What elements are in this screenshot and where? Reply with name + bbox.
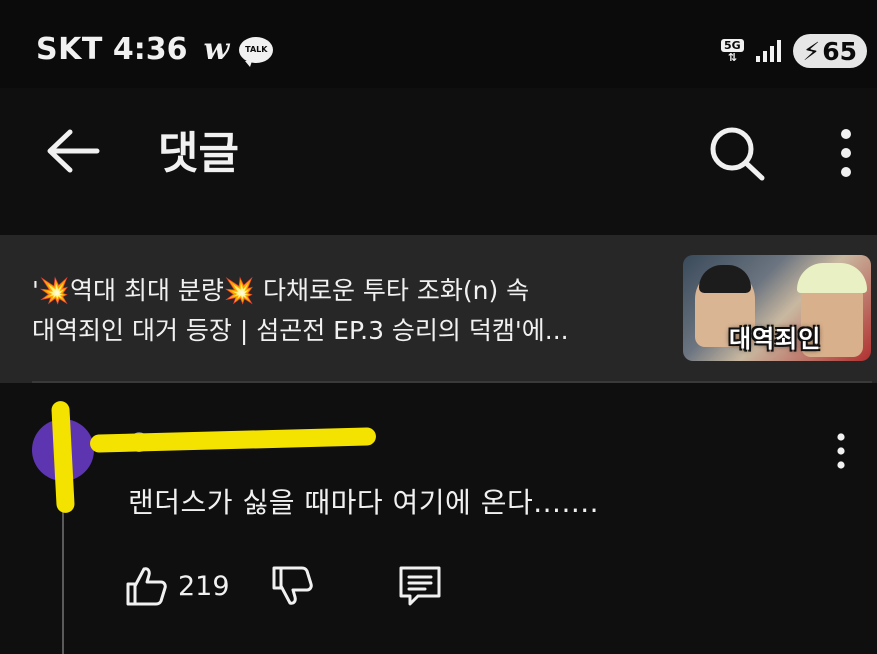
search-icon[interactable] [705, 124, 767, 182]
status-bar: SKT 4:36 w TALK 5G ⇅ ⚡ 65 [0, 0, 877, 88]
video-title-line-2: 대역죄인 대거 등장 | 섬곤전 EP.3 승리의 덕캠'에... [32, 316, 569, 345]
comment-text: 랜더스가 싫을 때마다 여기에 온다....... [128, 486, 600, 519]
status-right: 5G ⇅ ⚡ 65 [720, 34, 867, 68]
carrier-name: SKT [36, 32, 103, 67]
more-vert-icon[interactable] [834, 128, 858, 178]
webtoon-icon: w [203, 32, 230, 67]
reply-icon[interactable] [396, 563, 444, 609]
comment-actions: 219 [124, 563, 444, 609]
battery-level: 65 [822, 36, 857, 66]
video-title-line-1: '💥역대 최대 분량💥 다채로운 투타 조화(n) 속 [32, 276, 530, 305]
status-left: SKT 4:36 w TALK [36, 32, 274, 67]
like-count: 219 [178, 570, 230, 602]
back-arrow-icon[interactable] [42, 126, 102, 176]
page-title: 댓글 [158, 128, 239, 179]
video-header-card[interactable]: '💥역대 최대 분량💥 다채로운 투타 조화(n) 속 대역죄인 대거 등장 |… [0, 235, 877, 383]
bolt-icon: ⚡ [802, 36, 821, 66]
video-thumbnail[interactable]: 대역죄인 [683, 255, 871, 361]
dislike-icon[interactable] [270, 564, 314, 608]
5g-network-icon: 5G ⇅ [720, 39, 744, 64]
kakaotalk-icon: TALK [239, 36, 274, 67]
divider [32, 381, 872, 383]
more-vert-icon[interactable] [834, 433, 848, 469]
clock: 4:36 [112, 32, 188, 67]
battery-charging-icon: ⚡ 65 [792, 34, 867, 68]
signal-icon [755, 40, 781, 62]
redaction-mark-vertical [51, 400, 75, 514]
like-icon[interactable] [124, 564, 168, 608]
thread-line [62, 495, 64, 654]
thumbnail-caption: 대역죄인 [729, 325, 822, 353]
app-bar: 댓글 [0, 88, 877, 218]
comment-item: i @··········· ·· · 랜더스가 싫을 때마다 여기에 온다..… [0, 395, 877, 654]
video-title: '💥역대 최대 분량💥 다채로운 투타 조화(n) 속 대역죄인 대거 등장 |… [32, 271, 662, 351]
data-arrows-icon: ⇅ [727, 51, 737, 64]
